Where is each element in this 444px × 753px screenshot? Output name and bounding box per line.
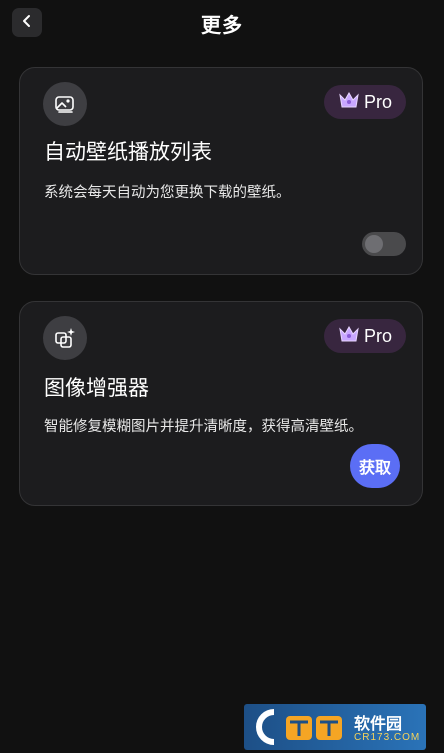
pro-label: Pro [363, 325, 392, 346]
auto-wallpaper-toggle[interactable] [362, 232, 406, 256]
wallpaper-image-icon [43, 82, 87, 126]
card-title: 图像增强器 [44, 376, 149, 400]
watermark-logo-icon [256, 709, 342, 745]
card-description: 系统会每天自动为您更换下载的壁纸。 [44, 185, 291, 201]
pro-badge[interactable]: Pro [324, 85, 406, 119]
feature-card-image-enhancer: Pro 图像增强器 智能修复模糊图片并提升清晰度，获得高清壁纸。 获取 [19, 301, 423, 506]
card-description: 智能修复模糊图片并提升清晰度，获得高清壁纸。 [44, 419, 363, 435]
top-bar: 更多 [0, 0, 444, 46]
site-watermark-logo: 软件园 CR173.COM [244, 704, 426, 750]
page-title: 更多 [201, 13, 243, 37]
pro-label: Pro [363, 91, 392, 112]
watermark-site: 软件园 [354, 714, 403, 733]
image-enhancer-icon [43, 316, 87, 360]
crown-icon [338, 91, 360, 113]
feature-card-auto-wallpaper: Pro 自动壁纸播放列表 系统会每天自动为您更换下载的壁纸。 [19, 67, 423, 275]
crown-icon [338, 325, 360, 347]
get-button[interactable]: 获取 [350, 444, 400, 488]
pro-badge[interactable]: Pro [324, 319, 406, 353]
card-title: 自动壁纸播放列表 [44, 140, 212, 164]
toggle-knob [365, 235, 383, 253]
watermark-domain: CR173.COM [354, 732, 421, 743]
